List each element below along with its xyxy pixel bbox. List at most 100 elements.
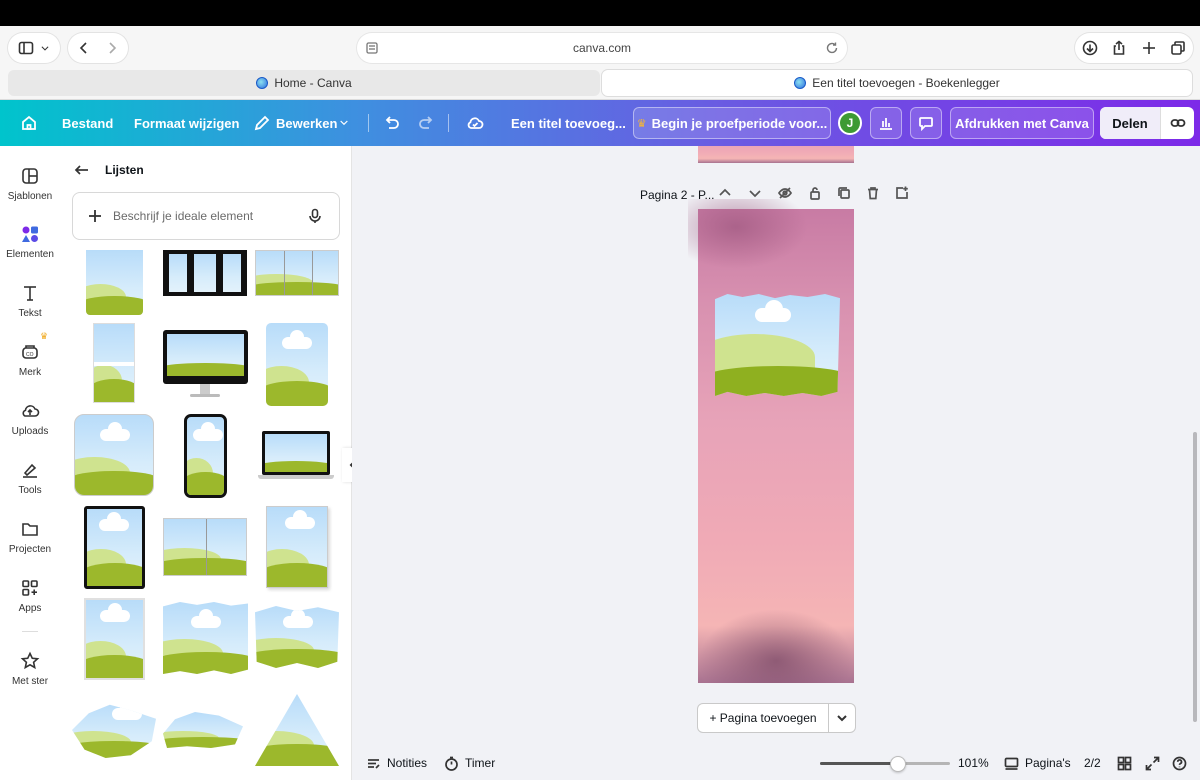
frame-thumbnail[interactable] [72, 704, 156, 758]
home-icon [22, 115, 36, 130]
chevron-up-icon [719, 188, 731, 196]
document-title[interactable]: Een titel toevoeg... [511, 100, 626, 146]
avatar[interactable]: J [838, 111, 862, 135]
cloud-save-status[interactable] [461, 109, 489, 137]
frame-thumbnail[interactable] [184, 414, 227, 498]
back-icon[interactable] [76, 40, 92, 56]
link-icon [1170, 119, 1185, 127]
frame-thumbnail[interactable] [163, 602, 248, 674]
rail-item-projects[interactable]: Projecten [0, 519, 60, 555]
rail-label: Uploads [11, 426, 49, 437]
resize-button[interactable]: Formaat wijzigen [134, 100, 239, 146]
frame-thumbnail[interactable] [163, 518, 247, 576]
frame-thumbnail[interactable] [84, 598, 145, 680]
edit-menu[interactable]: Bewerken [276, 100, 337, 146]
chevron-down-icon [837, 715, 847, 722]
panel-title: Lijsten [105, 163, 144, 177]
redo-button[interactable] [412, 109, 440, 137]
address-bar[interactable]: canva.com [357, 33, 847, 63]
frame-thumbnail[interactable] [266, 506, 328, 588]
sidebar-toggle-button[interactable] [8, 33, 60, 63]
frame-thumbnail[interactable] [163, 712, 243, 748]
rail-item-templates[interactable]: Sjablonen [0, 166, 60, 202]
share-button[interactable]: Delen [1100, 107, 1160, 139]
print-button[interactable]: Afdrukken met Canva [950, 107, 1094, 139]
rail-item-apps[interactable]: Apps [0, 578, 60, 614]
edit-dropdown[interactable] [330, 109, 358, 137]
tab-label: Home - Canva [274, 76, 352, 90]
add-page-icon [896, 186, 908, 199]
rail-item-elements[interactable]: Elementen [0, 224, 60, 260]
frame-thumbnail[interactable] [74, 414, 154, 496]
frame-thumbnail[interactable] [255, 694, 339, 766]
new-tab-icon[interactable] [1141, 40, 1157, 56]
frame-thumbnail[interactable] [255, 606, 339, 668]
microphone-icon[interactable] [307, 208, 323, 224]
eye-off-icon [777, 187, 793, 199]
frame-thumbnail[interactable] [84, 506, 145, 589]
rail-item-brand[interactable]: CO Merk [0, 342, 60, 378]
star-icon [20, 651, 40, 670]
home-button[interactable] [15, 109, 43, 137]
add-page-icon-button[interactable] [895, 186, 913, 204]
lock-page-button[interactable] [808, 186, 826, 204]
timer-label: Timer [465, 756, 496, 770]
file-menu[interactable]: Bestand [62, 100, 113, 146]
delete-page-button[interactable] [866, 186, 884, 204]
tabs-overview-icon[interactable] [1170, 40, 1186, 56]
frame-thumbnail[interactable] [258, 431, 334, 481]
undo-button[interactable] [378, 109, 406, 137]
reader-icon[interactable] [365, 41, 379, 55]
frame-thumbnail[interactable] [93, 323, 135, 403]
text-icon [24, 286, 36, 301]
fullscreen-button[interactable] [1145, 746, 1166, 780]
reload-icon[interactable] [825, 41, 839, 55]
search-input[interactable] [113, 209, 293, 223]
page-2[interactable] [688, 199, 854, 683]
trial-label: Begin je proefperiode voor... [651, 115, 828, 131]
frame-thumbnail[interactable] [255, 250, 339, 296]
cloud-check-icon [467, 117, 484, 129]
canvas-scrollbar[interactable] [1193, 432, 1197, 722]
add-page-button[interactable]: + Pagina toevoegen [697, 703, 829, 733]
comments-button[interactable] [910, 107, 942, 139]
download-icon[interactable] [1082, 40, 1098, 56]
back-arrow-icon[interactable] [74, 162, 90, 178]
tab-document[interactable]: Een titel toevoegen - Boekenlegger [602, 70, 1192, 96]
trial-button[interactable]: ♛ Begin je proefperiode voor... [633, 107, 831, 139]
timer-button[interactable]: Timer [444, 746, 495, 780]
rail-item-tools[interactable]: Tools [0, 460, 60, 496]
pages-button[interactable]: Pagina's [1004, 746, 1071, 780]
zoom-slider[interactable] [820, 756, 950, 772]
frame-thumbnail[interactable] [163, 330, 248, 400]
tab-home[interactable]: Home - Canva [8, 70, 600, 96]
rail-item-starred[interactable]: Met ster [0, 651, 60, 687]
help-button[interactable] [1172, 746, 1193, 780]
grid-view-button[interactable] [1117, 746, 1138, 780]
zoom-level[interactable]: 101% [958, 746, 989, 780]
page-1-bottom-edge[interactable] [698, 146, 854, 163]
share-icon[interactable] [1111, 40, 1127, 56]
nav-buttons [68, 33, 128, 63]
left-rail: Sjablonen Elementen Tekst CO Merk ♛ Uplo… [0, 146, 60, 780]
tab-label: Een titel toevoegen - Boekenlegger [812, 76, 1000, 90]
svg-text:CO: CO [26, 352, 34, 358]
rail-label: Met ster [11, 676, 49, 687]
torn-paper-frame[interactable] [715, 294, 840, 396]
add-page-options-button[interactable] [828, 703, 856, 733]
rail-item-text[interactable]: Tekst [0, 283, 60, 319]
frame-thumbnail[interactable] [266, 323, 328, 406]
frame-thumbnail[interactable] [86, 250, 143, 315]
rail-item-uploads[interactable]: Uploads [0, 401, 60, 437]
lock-icon [810, 187, 820, 200]
forward-icon[interactable] [104, 40, 120, 56]
notes-button[interactable]: Notities [366, 746, 427, 780]
copy-link-button[interactable] [1160, 107, 1194, 139]
zoom-slider-handle[interactable] [890, 756, 906, 772]
insights-button[interactable] [870, 107, 902, 139]
pen-icon [23, 463, 37, 478]
duplicate-page-button[interactable] [837, 186, 855, 204]
toolbar-divider [368, 114, 369, 132]
frame-thumbnail[interactable] [163, 250, 247, 296]
search-box[interactable] [72, 192, 340, 240]
